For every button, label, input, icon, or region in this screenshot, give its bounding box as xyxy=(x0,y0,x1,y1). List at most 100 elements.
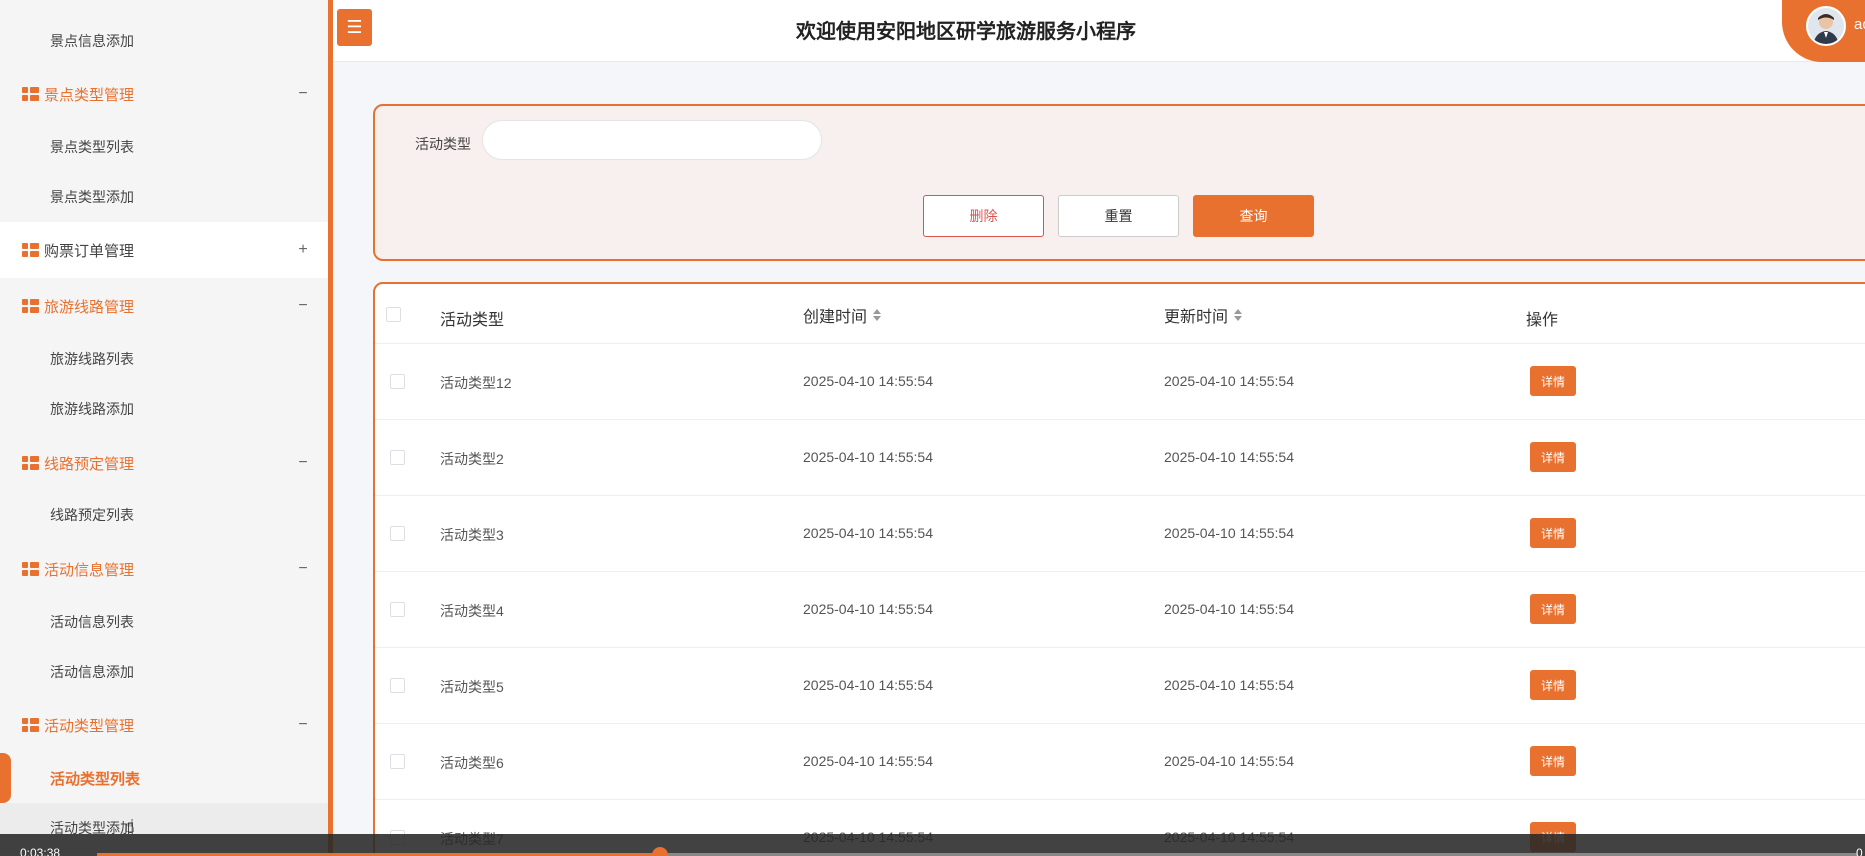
table-row: 活动类型3 2025-04-10 14:55:54 2025-04-10 14:… xyxy=(375,496,1865,572)
sidebar-item-activity-info-add[interactable]: 活动信息添加 xyxy=(0,647,328,697)
sort-icon[interactable] xyxy=(873,309,882,321)
grid-icon xyxy=(22,87,39,101)
sidebar: 景点信息添加 景点类型管理 − 景点类型列表 景点类型添加 购票订单管理 + 旅… xyxy=(0,0,328,856)
delete-button[interactable]: 删除 xyxy=(923,195,1044,237)
video-progress-bar: 0:03:38 0 xyxy=(0,834,1865,856)
avatar[interactable] xyxy=(1806,6,1846,46)
user-menu[interactable]: ac xyxy=(1782,0,1865,62)
grid-icon xyxy=(22,562,39,576)
sidebar-group-spot-type[interactable]: 景点类型管理 − xyxy=(0,69,328,119)
cell-created: 2025-04-10 14:55:54 xyxy=(803,525,933,541)
sidebar-item-label: 活动信息添加 xyxy=(50,664,134,680)
column-header-actions: 操作 xyxy=(1526,306,1558,330)
sidebar-item-spot-type-add[interactable]: 景点类型添加 xyxy=(0,172,328,222)
sidebar-item-activity-type-list[interactable]: 活动类型列表 xyxy=(0,753,328,803)
reset-button[interactable]: 重置 xyxy=(1058,195,1179,237)
sidebar-item-route-booking-list[interactable]: 线路预定列表 xyxy=(0,490,328,540)
sidebar-group-label: 活动信息管理 xyxy=(44,561,135,579)
row-checkbox[interactable] xyxy=(390,678,405,693)
grid-icon xyxy=(22,718,39,732)
sidebar-item-activity-info-list[interactable]: 活动信息列表 xyxy=(0,597,328,647)
cell-created: 2025-04-10 14:55:54 xyxy=(803,753,933,769)
detail-button[interactable]: 详情 xyxy=(1530,518,1576,548)
column-header-updated[interactable]: 更新时间 xyxy=(1164,303,1243,327)
sidebar-group-label: 旅游线路管理 xyxy=(44,298,135,316)
sidebar-group-ticket-order[interactable]: 购票订单管理 + xyxy=(0,222,328,278)
grid-icon xyxy=(22,243,39,257)
cell-updated: 2025-04-10 14:55:54 xyxy=(1164,449,1294,465)
sidebar-item-spot-type-list[interactable]: 景点类型列表 xyxy=(0,122,328,172)
column-header-label: 操作 xyxy=(1526,312,1559,329)
sidebar-group-label: 线路预定管理 xyxy=(44,455,135,473)
sidebar-item-label: 景点信息添加 xyxy=(50,33,134,49)
sidebar-item-label: 景点类型添加 xyxy=(50,189,134,205)
cell-created: 2025-04-10 14:55:54 xyxy=(803,601,933,617)
expand-icon[interactable]: + xyxy=(296,241,310,259)
detail-button[interactable]: 详情 xyxy=(1530,746,1576,776)
sort-icon[interactable] xyxy=(1234,309,1243,321)
cell-updated: 2025-04-10 14:55:54 xyxy=(1164,753,1294,769)
row-checkbox[interactable] xyxy=(390,526,405,541)
collapse-icon[interactable]: − xyxy=(296,85,310,103)
select-all-checkbox[interactable] xyxy=(386,307,401,322)
seek-handle[interactable] xyxy=(652,847,669,856)
search-panel: 活动类型 删除 重置 查询 xyxy=(373,104,1865,261)
sidebar-group-activity-type[interactable]: 活动类型管理 − xyxy=(0,700,328,750)
cell-type: 活动类型2 xyxy=(440,451,504,467)
sidebar-item-spot-info-add[interactable]: 景点信息添加 xyxy=(0,16,328,66)
cell-created: 2025-04-10 14:55:54 xyxy=(803,449,933,465)
column-header-label: 更新时间 xyxy=(1164,309,1229,326)
cell-type: 活动类型12 xyxy=(440,375,512,391)
cell-updated: 2025-04-10 14:55:54 xyxy=(1164,525,1294,541)
sidebar-group-label: 景点类型管理 xyxy=(44,86,135,104)
sidebar-item-label: 活动类型列表 xyxy=(50,770,141,788)
detail-button[interactable]: 详情 xyxy=(1530,442,1576,472)
collapse-icon[interactable]: − xyxy=(296,560,310,578)
cell-type: 活动类型3 xyxy=(440,527,504,543)
detail-button[interactable]: 详情 xyxy=(1530,670,1576,700)
sidebar-item-label: 景点类型列表 xyxy=(50,139,134,155)
username[interactable]: ac xyxy=(1854,16,1865,33)
detail-button[interactable]: 详情 xyxy=(1530,366,1576,396)
collapse-icon[interactable]: − xyxy=(296,454,310,472)
mouse-cursor-icon: ☝ xyxy=(124,816,135,836)
sidebar-item-label: 旅游线路添加 xyxy=(50,401,134,417)
cell-type: 活动类型6 xyxy=(440,755,504,771)
sidebar-item-label: 线路预定列表 xyxy=(50,507,134,523)
cell-updated: 2025-04-10 14:55:54 xyxy=(1164,677,1294,693)
table-row: 活动类型2 2025-04-10 14:55:54 2025-04-10 14:… xyxy=(375,420,1865,496)
duration-time: 0 xyxy=(1856,846,1863,856)
sidebar-item-label: 旅游线路列表 xyxy=(50,351,134,367)
sidebar-group-label: 购票订单管理 xyxy=(44,242,135,260)
row-checkbox[interactable] xyxy=(390,602,405,617)
column-header-type: 活动类型 xyxy=(440,306,504,330)
search-label: 活动类型 xyxy=(415,136,471,152)
row-checkbox[interactable] xyxy=(390,374,405,389)
cell-updated: 2025-04-10 14:55:54 xyxy=(1164,373,1294,389)
sidebar-group-label: 活动类型管理 xyxy=(44,717,135,735)
sidebar-item-route-list[interactable]: 旅游线路列表 xyxy=(0,334,328,384)
cell-created: 2025-04-10 14:55:54 xyxy=(803,373,933,389)
grid-icon xyxy=(22,456,39,470)
table-row: 活动类型12 2025-04-10 14:55:54 2025-04-10 14… xyxy=(375,344,1865,420)
table-row: 活动类型5 2025-04-10 14:55:54 2025-04-10 14:… xyxy=(375,648,1865,724)
query-button[interactable]: 查询 xyxy=(1193,195,1314,237)
sidebar-divider xyxy=(328,0,333,856)
column-header-created[interactable]: 创建时间 xyxy=(803,303,882,327)
row-checkbox[interactable] xyxy=(390,754,405,769)
sidebar-item-label: 活动信息列表 xyxy=(50,614,134,630)
top-header: ☰ 欢迎使用安阳地区研学旅游服务小程序 ac xyxy=(333,0,1865,62)
row-checkbox[interactable] xyxy=(390,450,405,465)
column-header-label: 创建时间 xyxy=(803,309,868,326)
elapsed-time: 0:03:38 xyxy=(20,846,61,856)
sidebar-group-route[interactable]: 旅游线路管理 − xyxy=(0,281,328,331)
sidebar-group-route-booking[interactable]: 线路预定管理 − xyxy=(0,438,328,488)
detail-button[interactable]: 详情 xyxy=(1530,594,1576,624)
activity-type-search-input[interactable] xyxy=(482,120,822,160)
collapse-icon[interactable]: − xyxy=(296,716,310,734)
sidebar-item-route-add[interactable]: 旅游线路添加 xyxy=(0,384,328,434)
collapse-icon[interactable]: − xyxy=(296,297,310,315)
page-title: 欢迎使用安阳地区研学旅游服务小程序 xyxy=(796,21,1136,43)
sidebar-group-activity-info[interactable]: 活动信息管理 − xyxy=(0,544,328,594)
cell-created: 2025-04-10 14:55:54 xyxy=(803,677,933,693)
